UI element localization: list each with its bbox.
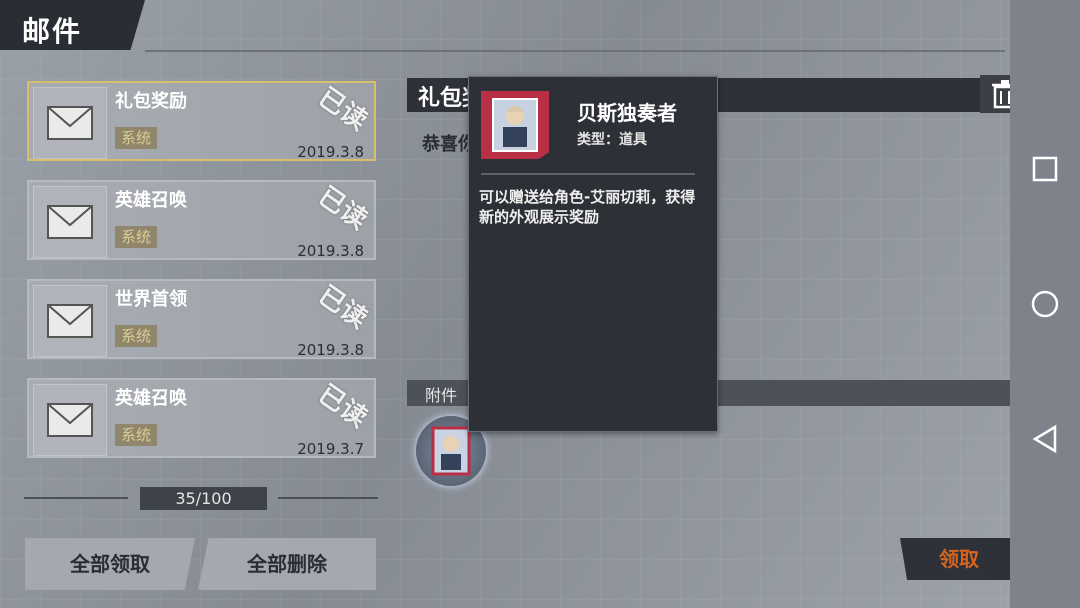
attachments-label: 附件: [425, 386, 458, 405]
claim-all-button[interactable]: 全部领取: [25, 538, 195, 590]
mail-date: 2019.3.8: [297, 143, 364, 161]
envelope-icon: [33, 285, 107, 357]
read-stamp: 已读: [312, 379, 373, 434]
pager-divider: [24, 497, 128, 499]
mail-item[interactable]: 英雄召唤 系统 2019.3.8 已读: [27, 180, 376, 260]
read-stamp: 已读: [312, 280, 373, 335]
mail-date: 2019.3.8: [297, 341, 364, 359]
read-stamp: 已读: [312, 181, 373, 236]
mail-tag: 系统: [115, 127, 157, 149]
mail-title: 世界首领: [115, 289, 187, 310]
claim-button[interactable]: 领取: [900, 538, 1018, 580]
mail-date: 2019.3.7: [297, 440, 364, 458]
title-divider: [145, 50, 1005, 52]
mail-title: 礼包奖励: [115, 91, 187, 112]
item-name: 贝斯独奏者: [577, 101, 677, 125]
envelope-icon: [33, 186, 107, 258]
mail-item[interactable]: 英雄召唤 系统 2019.3.7 已读: [27, 378, 376, 458]
tooltip-divider: [481, 173, 695, 175]
envelope-icon: [33, 384, 107, 456]
envelope-icon: [33, 87, 107, 159]
mail-tag: 系统: [115, 226, 157, 248]
item-type: 类型：道具: [577, 132, 647, 148]
mail-item[interactable]: 世界首领 系统 2019.3.8 已读: [27, 279, 376, 359]
square-nav-icon[interactable]: [1028, 152, 1062, 186]
item-description: 可以赠送给角色-艾丽切莉，获得新的外观展示奖励: [479, 188, 696, 226]
mail-title: 英雄召唤: [115, 190, 187, 211]
item-card-icon: [481, 91, 549, 159]
page-title: 邮件: [22, 15, 83, 48]
item-tooltip: 贝斯独奏者 类型：道具 可以赠送给角色-艾丽切莉，获得新的外观展示奖励: [468, 76, 718, 432]
mail-title: 英雄召唤: [115, 388, 187, 409]
mail-tag: 系统: [115, 325, 157, 347]
mail-count: 35/100: [140, 487, 267, 510]
pager-divider: [278, 497, 378, 499]
circle-nav-icon[interactable]: [1028, 287, 1062, 321]
mail-tag: 系统: [115, 424, 157, 446]
mail-date: 2019.3.8: [297, 242, 364, 260]
mail-item[interactable]: 礼包奖励 系统 2019.3.8 已读: [27, 81, 376, 161]
read-stamp: 已读: [312, 82, 373, 137]
back-nav-icon[interactable]: [1028, 422, 1062, 456]
delete-all-button[interactable]: 全部删除: [198, 538, 376, 590]
